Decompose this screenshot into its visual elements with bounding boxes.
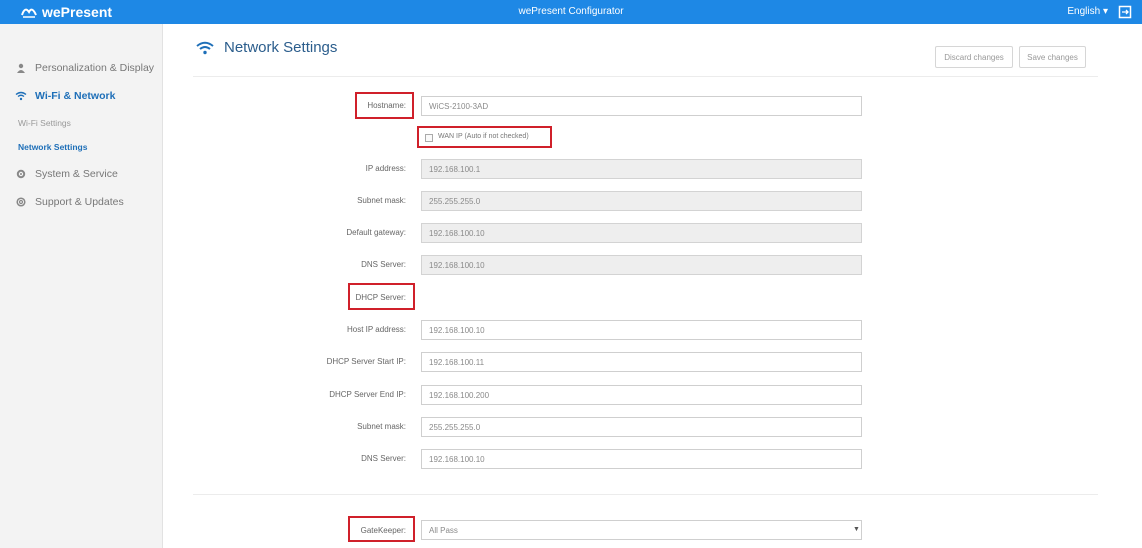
- discard-changes-button[interactable]: Discard changes: [935, 46, 1013, 68]
- top-bar: wePresent wePresent Configurator English…: [0, 0, 1142, 24]
- sidebar-item-personalization[interactable]: Personalization & Display: [0, 57, 163, 79]
- logout-icon[interactable]: [1118, 5, 1132, 19]
- gatekeeper-highlight: [348, 516, 415, 542]
- sidebar-item-label: Wi-Fi & Network: [35, 90, 116, 102]
- ip-address-label: IP address:: [365, 164, 406, 173]
- dhcp-end-ip-field[interactable]: 192.168.100.200: [421, 385, 862, 405]
- wifi-icon: [15, 90, 27, 102]
- dhcp-subnet-mask-field[interactable]: 255.255.255.0: [421, 417, 862, 437]
- sidebar-subitem-network-settings[interactable]: Network Settings: [18, 142, 87, 152]
- header-divider: [193, 76, 1098, 77]
- hostname-highlight: [355, 92, 414, 119]
- language-dropdown[interactable]: English ▾: [1067, 6, 1108, 17]
- wifi-icon: [196, 41, 214, 54]
- chevron-down-icon[interactable]: ▼: [853, 526, 860, 533]
- host-ip-field[interactable]: 192.168.100.10: [421, 320, 862, 340]
- wan-ip-highlight: [417, 126, 552, 148]
- dns-server-label: DNS Server:: [361, 260, 406, 269]
- dhcp-start-ip-field[interactable]: 192.168.100.11: [421, 352, 862, 372]
- hostname-field[interactable]: WiCS-2100-3AD: [421, 96, 862, 116]
- sidebar-item-support-updates[interactable]: Support & Updates: [0, 191, 163, 213]
- user-icon: [15, 62, 27, 74]
- gear-icon: [15, 168, 27, 180]
- support-icon: [15, 196, 27, 208]
- dhcp-start-ip-label: DHCP Server Start IP:: [326, 357, 406, 366]
- page-title: Network Settings: [196, 39, 337, 56]
- app-title: wePresent Configurator: [518, 6, 624, 17]
- host-ip-label: Host IP address:: [347, 325, 406, 334]
- sidebar-item-label: Personalization & Display: [35, 62, 155, 74]
- dhcp-dns-server-field[interactable]: 192.168.100.10: [421, 449, 862, 469]
- subnet-mask-field[interactable]: 255.255.255.0: [421, 191, 862, 211]
- gatekeeper-select[interactable]: All Pass: [421, 520, 862, 540]
- sidebar-item-system-service[interactable]: System & Service: [0, 163, 163, 185]
- subnet-mask-label: Subnet mask:: [357, 196, 406, 205]
- dhcp-server-highlight: [348, 283, 415, 310]
- sidebar-item-label: Support & Updates: [35, 196, 124, 208]
- ip-address-field[interactable]: 192.168.100.1: [421, 159, 862, 179]
- dhcp-dns-server-label: DNS Server:: [361, 454, 406, 463]
- save-changes-button[interactable]: Save changes: [1019, 46, 1086, 68]
- sidebar: Personalization & Display Wi-Fi & Networ…: [0, 24, 163, 548]
- section-divider: [193, 494, 1098, 495]
- default-gateway-label: Default gateway:: [346, 228, 406, 237]
- dhcp-end-ip-label: DHCP Server End IP:: [329, 390, 406, 399]
- default-gateway-field[interactable]: 192.168.100.10: [421, 223, 862, 243]
- sidebar-subitem-wifi-settings[interactable]: Wi-Fi Settings: [18, 118, 71, 128]
- page-title-text: Network Settings: [224, 39, 338, 56]
- sidebar-item-label: System & Service: [35, 168, 118, 180]
- sidebar-item-wifi-network[interactable]: Wi-Fi & Network: [0, 85, 163, 107]
- dhcp-subnet-mask-label: Subnet mask:: [357, 422, 406, 431]
- dns-server-field[interactable]: 192.168.100.10: [421, 255, 862, 275]
